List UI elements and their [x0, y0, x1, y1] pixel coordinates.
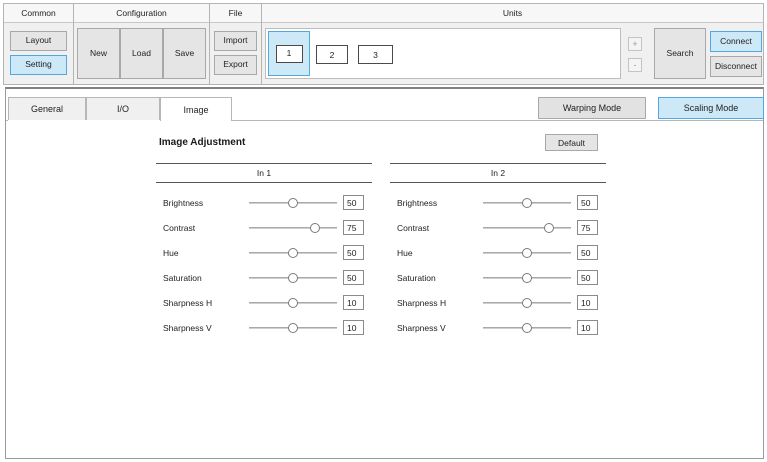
file-group-title: File — [210, 4, 261, 23]
in2-sharpness-v-slider[interactable] — [483, 323, 571, 333]
in1-saturation-label: Saturation — [163, 273, 202, 283]
unit-item-3[interactable]: 3 — [358, 45, 393, 64]
in1-sharpness-v-value-field[interactable]: 10 — [343, 320, 364, 335]
in2-hue-slider[interactable] — [483, 248, 571, 258]
warping-mode-button[interactable]: Warping Mode — [538, 97, 646, 119]
tab-general[interactable]: General — [8, 97, 86, 120]
in1-sharpness-h-slider[interactable] — [249, 298, 337, 308]
in2-saturation-label: Saturation — [397, 273, 436, 283]
in2-contrast-slider-thumb[interactable] — [544, 223, 554, 233]
new-button[interactable]: New — [77, 28, 120, 79]
in2-sharpness-h-slider[interactable] — [483, 298, 571, 308]
in1-brightness-slider-thumb[interactable] — [288, 198, 298, 208]
in2-hue-slider-thumb[interactable] — [522, 248, 532, 258]
export-button[interactable]: Export — [214, 55, 257, 75]
in2-brightness-slider-thumb[interactable] — [522, 198, 532, 208]
in1-sharpness-v-slider-thumb[interactable] — [288, 323, 298, 333]
common-group: Common Layout Setting — [4, 4, 74, 84]
in2-sharpness-v-value-field[interactable]: 10 — [577, 320, 598, 335]
in2-hue-value-field[interactable]: 50 — [577, 245, 598, 260]
in2-sharpness-v-label: Sharpness V — [397, 323, 446, 333]
load-button[interactable]: Load — [120, 28, 163, 79]
unit-item-1-label: 1 — [275, 44, 303, 63]
tab-image[interactable]: Image — [160, 97, 232, 121]
in1-hue-slider-thumb[interactable] — [288, 248, 298, 258]
in1-brightness-value-field[interactable]: 50 — [343, 195, 364, 210]
settings-pane: General I/O Image Warping Mode Scaling M… — [5, 87, 764, 459]
default-button[interactable]: Default — [545, 134, 598, 151]
in2-saturation-slider-thumb[interactable] — [522, 273, 532, 283]
in1-sharpness-h-label: Sharpness H — [163, 298, 213, 308]
disconnect-button[interactable]: Disconnect — [710, 56, 762, 77]
units-group-title: Units — [262, 4, 763, 23]
file-group: File Import Export — [210, 4, 262, 84]
units-list: 1 2 3 — [265, 28, 621, 79]
connect-button[interactable]: Connect — [710, 31, 762, 52]
in1-contrast-value-field[interactable]: 75 — [343, 220, 364, 235]
common-group-title: Common — [4, 4, 73, 23]
configuration-group-title: Configuration — [74, 4, 209, 23]
in2-brightness-value-field[interactable]: 50 — [577, 195, 598, 210]
column-header-in2: In 2 — [390, 163, 606, 183]
ribbon-toolbar: Common Layout Setting Configuration New … — [3, 3, 764, 85]
scaling-mode-button[interactable]: Scaling Mode — [658, 97, 764, 119]
in1-hue-label: Hue — [163, 248, 179, 258]
save-button[interactable]: Save — [163, 28, 206, 79]
in2-contrast-slider-track — [483, 227, 571, 229]
in1-saturation-value-field[interactable]: 50 — [343, 270, 364, 285]
unit-item-2[interactable]: 2 — [316, 45, 348, 64]
image-adjustment-title: Image Adjustment — [159, 137, 246, 148]
in2-contrast-value-field[interactable]: 75 — [577, 220, 598, 235]
in1-sharpness-h-slider-thumb[interactable] — [288, 298, 298, 308]
in2-sharpness-h-value-field[interactable]: 10 — [577, 295, 598, 310]
unit-item-1[interactable]: 1 — [268, 31, 310, 76]
in1-sharpness-v-slider[interactable] — [249, 323, 337, 333]
in2-brightness-label: Brightness — [397, 198, 438, 208]
in2-sharpness-v-slider-thumb[interactable] — [522, 323, 532, 333]
in1-contrast-slider-thumb[interactable] — [310, 223, 320, 233]
import-button[interactable]: Import — [214, 31, 257, 51]
in2-contrast-label: Contrast — [397, 223, 430, 233]
in2-contrast-slider[interactable] — [483, 223, 571, 233]
in1-brightness-slider[interactable] — [249, 198, 337, 208]
tab-io[interactable]: I/O — [86, 97, 160, 120]
column-header-in1: In 1 — [156, 163, 372, 183]
in1-saturation-slider-thumb[interactable] — [288, 273, 298, 283]
in2-hue-label: Hue — [397, 248, 413, 258]
in1-sharpness-h-value-field[interactable]: 10 — [343, 295, 364, 310]
add-unit-button[interactable]: + — [628, 37, 642, 51]
in1-contrast-slider-track — [249, 227, 337, 229]
configuration-group: Configuration New Load Save — [74, 4, 210, 84]
in1-hue-slider[interactable] — [249, 248, 337, 258]
in1-contrast-label: Contrast — [163, 223, 196, 233]
in2-brightness-slider[interactable] — [483, 198, 571, 208]
in2-saturation-value-field[interactable]: 50 — [577, 270, 598, 285]
in1-brightness-label: Brightness — [163, 198, 204, 208]
layout-button[interactable]: Layout — [10, 31, 67, 51]
in2-sharpness-h-slider-thumb[interactable] — [522, 298, 532, 308]
in1-contrast-slider[interactable] — [249, 223, 337, 233]
search-button[interactable]: Search — [654, 28, 706, 79]
in1-sharpness-v-label: Sharpness V — [163, 323, 212, 333]
in1-saturation-slider[interactable] — [249, 273, 337, 283]
remove-unit-button[interactable]: - — [628, 58, 642, 72]
tab-strip-divider-left — [6, 120, 8, 121]
in2-sharpness-h-label: Sharpness H — [397, 298, 447, 308]
in1-hue-value-field[interactable]: 50 — [343, 245, 364, 260]
setting-button[interactable]: Setting — [10, 55, 67, 75]
tab-strip-divider — [232, 120, 763, 121]
units-group: Units 1 2 3 + - Search Connect Disconnec… — [262, 4, 763, 84]
in2-saturation-slider[interactable] — [483, 273, 571, 283]
